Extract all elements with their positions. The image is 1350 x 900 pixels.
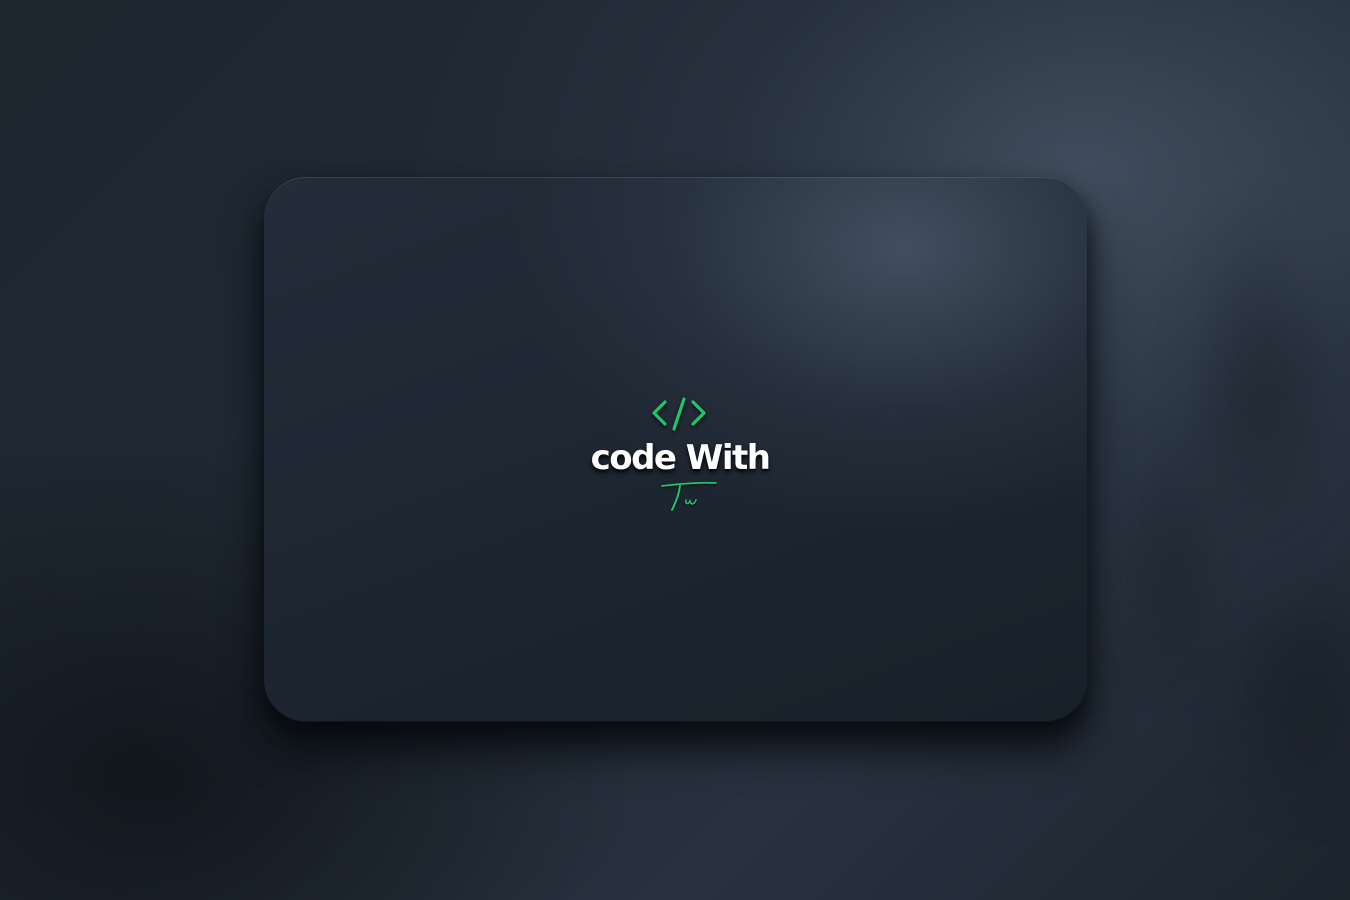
logo-brand-text: code With: [590, 438, 771, 478]
logo: code With: [580, 392, 780, 522]
logo-signature: [661, 481, 717, 511]
code-brackets-icon: [652, 397, 706, 431]
